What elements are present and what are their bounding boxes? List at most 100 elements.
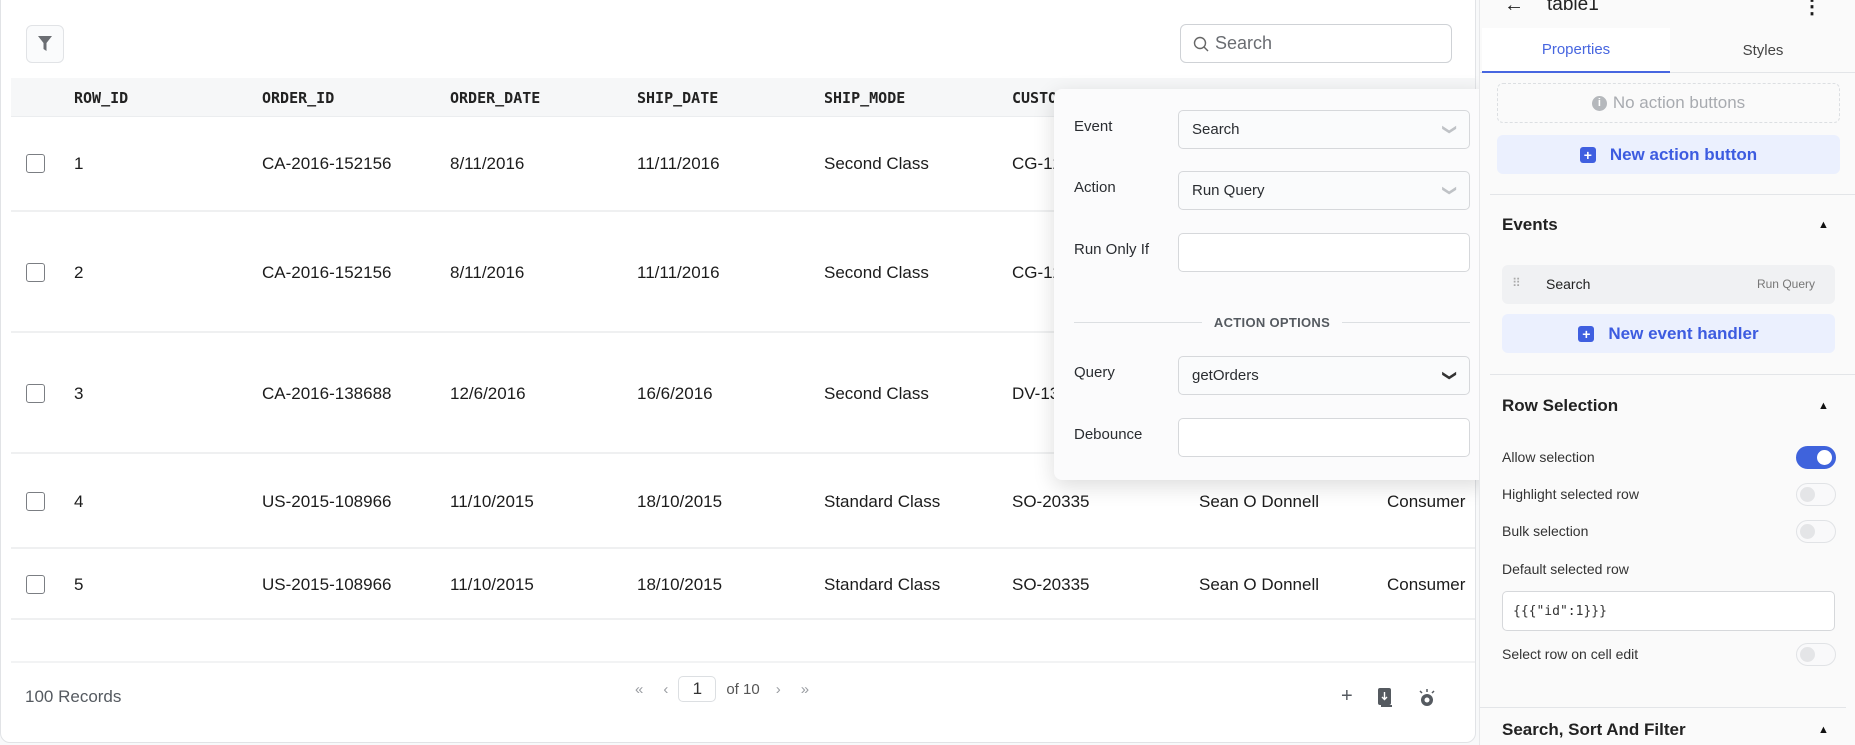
table-cell[interactable]: 11/10/2015 [450,492,534,512]
table-cell[interactable]: CA-2016-152156 [262,154,391,174]
table-search-input[interactable]: Search [1180,24,1452,63]
event-value: Search [1192,121,1240,138]
table-cell[interactable]: 12/6/2016 [450,384,526,404]
debounce-label: Debounce [1074,426,1143,443]
row-checkbox[interactable] [26,383,45,403]
search-icon [1193,36,1209,51]
table-cell[interactable]: US-2015-108966 [262,492,391,512]
table-cell[interactable]: 11/11/2016 [637,263,720,283]
query-select[interactable]: getOrders ❯ [1178,356,1470,395]
event-name: Search [1546,276,1591,292]
debounce-input[interactable] [1178,418,1470,457]
column-header[interactable]: SHIP_DATE [637,89,718,107]
column-header[interactable]: ORDER_ID [262,89,334,107]
table-cell[interactable]: 8/11/2016 [450,154,524,174]
table-cell[interactable]: CA-2016-152156 [262,263,391,283]
highlight-selected-label: Highlight selected row [1502,486,1639,502]
column-header[interactable]: ORDER_DATE [450,89,540,107]
action-select[interactable]: Run Query ❯ [1178,171,1470,210]
select-on-edit-toggle[interactable] [1796,643,1836,666]
allow-selection-label: Allow selection [1502,449,1595,465]
row-checkbox[interactable] [26,574,45,594]
table-cell[interactable]: Sean O Donnell [1199,575,1319,595]
column-header[interactable]: ROW_ID [74,89,128,107]
allow-selection-toggle[interactable] [1796,446,1836,469]
download-icon[interactable] [1377,688,1393,708]
event-handler-item[interactable]: ⠿ Search Run Query [1502,265,1835,304]
next-page-icon[interactable]: › [776,681,781,698]
prev-page-icon[interactable]: ‹ [663,681,668,698]
back-arrow-icon[interactable]: ← [1504,0,1524,17]
visibility-icon[interactable] [1417,688,1437,708]
table-cell[interactable]: 18/10/2015 [637,492,722,512]
info-icon: i [1591,95,1607,111]
table-cell[interactable]: 11/11/2016 [637,154,720,174]
new-action-label: New action button [1609,144,1758,164]
tab-properties[interactable]: Properties [1482,28,1670,73]
widget-name[interactable]: table1 [1547,0,1599,16]
event-select[interactable]: Search ❯ [1178,110,1470,149]
row-checkbox[interactable] [26,153,45,173]
bulk-selection-label: Bulk selection [1502,523,1589,539]
event-action: Run Query [1756,277,1815,291]
collapse-icon[interactable]: ▲ [1818,724,1829,736]
table-cell[interactable]: 11/10/2015 [450,575,534,595]
table-cell[interactable]: US-2015-108966 [262,575,391,595]
page-number-input[interactable]: 1 [678,676,717,702]
table-cell[interactable]: SO-20335 [1012,575,1090,595]
table-cell[interactable]: 2 [74,263,83,283]
table-cell[interactable]: Standard Class [824,492,940,512]
table-cell[interactable]: 4 [74,492,83,512]
search-placeholder: Search [1215,33,1273,53]
table-cell[interactable]: Second Class [824,263,929,283]
collapse-icon[interactable]: ▲ [1818,400,1829,412]
row-selection-title: Row Selection [1502,396,1619,415]
section-divider [1490,194,1855,195]
table-cell[interactable]: 18/10/2015 [637,575,722,595]
footer-divider [11,661,1475,663]
bulk-selection-toggle[interactable] [1796,520,1836,543]
run-only-if-label: Run Only If [1074,241,1150,258]
new-event-handler-button[interactable]: + New event handler [1502,314,1835,353]
table-cell[interactable]: 8/11/2016 [450,263,524,283]
table-cell[interactable]: Second Class [824,384,929,404]
highlight-selected-toggle[interactable] [1796,483,1836,506]
first-page-icon[interactable]: « [635,681,643,698]
row-checkbox[interactable] [26,491,45,511]
new-action-button[interactable]: + New action button [1497,135,1840,174]
new-event-label: New event handler [1608,323,1759,343]
table-cell[interactable]: CA-2016-138688 [262,384,391,404]
more-options-icon[interactable]: ⋮ [1802,0,1822,19]
action-value: Run Query [1192,182,1265,199]
table-cell[interactable]: Consumer [1387,492,1465,512]
drag-handle-icon[interactable]: ⠿ [1512,276,1521,290]
records-count: 100 Records [25,687,122,706]
table-cell[interactable]: 16/6/2016 [637,384,713,404]
table-cell[interactable]: Sean O Donnell [1199,492,1319,512]
collapse-icon[interactable]: ▲ [1818,219,1829,231]
chevron-down-icon: ❯ [1442,123,1459,136]
add-row-icon[interactable]: + [1341,685,1353,708]
table-cell[interactable]: SO-20335 [1012,492,1090,512]
table-cell[interactable]: 3 [74,384,83,404]
table-cell[interactable]: 1 [74,154,83,174]
table-cell[interactable]: Consumer [1387,575,1465,595]
table-cell[interactable]: 5 [74,575,83,595]
section-title: ACTION OPTIONS [1213,315,1331,330]
chevron-down-icon: ❯ [1442,184,1459,197]
last-page-icon[interactable]: » [801,681,809,698]
plus-icon: + [1579,146,1596,163]
footer-actions: + [1341,685,1437,708]
table-cell[interactable]: Standard Class [824,575,940,595]
run-only-if-input[interactable] [1178,233,1470,272]
filter-button[interactable] [26,25,64,63]
default-selected-row-input[interactable]: {{{"id":1}}} [1502,591,1835,631]
tab-styles[interactable]: Styles [1669,28,1855,73]
table-row[interactable]: 5 US-2015-108966 11/10/2015 18/10/2015 Stand… [11,549,1475,620]
search-sort-filter-title: Search, Sort And Filter [1502,720,1686,739]
table-cell[interactable]: Second Class [824,154,929,174]
page-total: of 10 [726,680,760,698]
row-checkbox[interactable] [26,262,45,282]
column-header[interactable]: SHIP_MODE [824,89,905,107]
event-handler-popover: Event Search ❯ Action Run Query ❯ Run Only… [1054,89,1489,480]
